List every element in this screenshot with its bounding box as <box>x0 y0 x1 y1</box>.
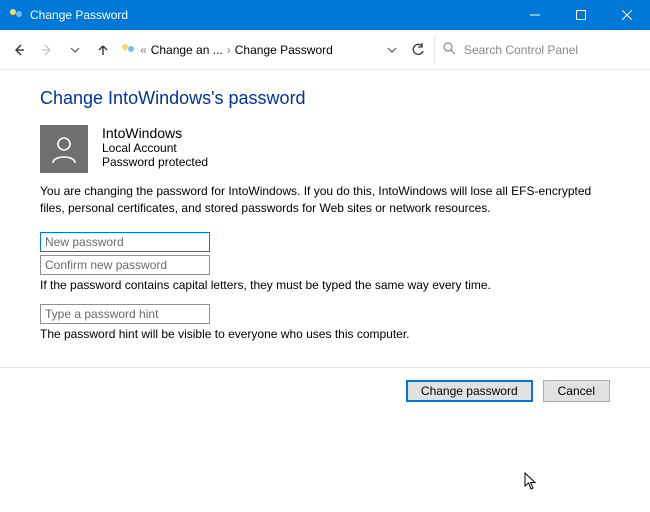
address-dropdown-button[interactable] <box>382 45 402 55</box>
breadcrumb-separator: « <box>140 43 147 57</box>
forward-button[interactable] <box>34 37 60 63</box>
content-area: Change IntoWindows's password IntoWindow… <box>0 70 650 363</box>
password-status: Password protected <box>102 155 208 169</box>
up-button[interactable] <box>90 37 116 63</box>
user-accounts-icon <box>120 42 136 58</box>
avatar <box>40 125 88 173</box>
back-button[interactable] <box>6 37 32 63</box>
cursor-icon <box>524 472 540 495</box>
breadcrumb-item-1[interactable]: Change an ... <box>151 43 223 57</box>
recent-locations-button[interactable] <box>62 37 88 63</box>
search-input[interactable] <box>464 43 636 57</box>
new-password-input[interactable] <box>40 232 210 252</box>
maximize-button[interactable] <box>558 0 604 30</box>
breadcrumb[interactable]: « Change an ... › Change Password <box>120 42 333 58</box>
search-box[interactable] <box>434 36 644 64</box>
change-password-button[interactable]: Change password <box>406 380 533 402</box>
account-type: Local Account <box>102 141 208 155</box>
close-button[interactable] <box>604 0 650 30</box>
chevron-right-icon: › <box>227 43 231 57</box>
user-name: IntoWindows <box>102 125 208 141</box>
nav-bar: « Change an ... › Change Password <box>0 30 650 70</box>
user-block: IntoWindows Local Account Password prote… <box>40 125 610 173</box>
breadcrumb-item-2[interactable]: Change Password <box>235 43 333 57</box>
minimize-button[interactable] <box>512 0 558 30</box>
confirm-password-input[interactable] <box>40 255 210 275</box>
search-icon <box>443 42 456 58</box>
window-title: Change Password <box>30 8 128 22</box>
cancel-button[interactable]: Cancel <box>543 380 610 402</box>
warning-text: You are changing the password for IntoWi… <box>40 183 610 218</box>
page-title: Change IntoWindows's password <box>40 88 610 109</box>
password-hint-input[interactable] <box>40 304 210 324</box>
hint-note: The password hint will be visible to eve… <box>40 327 610 341</box>
caps-note: If the password contains capital letters… <box>40 278 610 292</box>
user-info: IntoWindows Local Account Password prote… <box>102 125 208 169</box>
footer: Change password Cancel <box>0 367 650 414</box>
title-bar: Change Password <box>0 0 650 30</box>
refresh-button[interactable] <box>404 43 432 57</box>
user-accounts-icon <box>8 7 24 23</box>
